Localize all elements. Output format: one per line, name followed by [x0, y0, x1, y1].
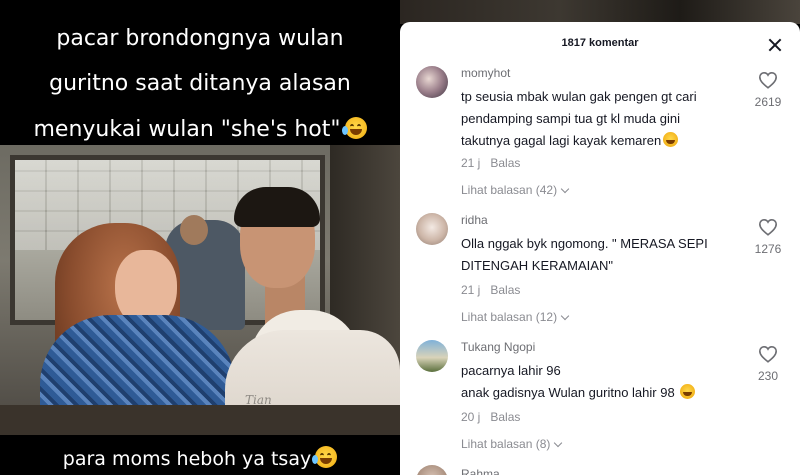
avatar[interactable] — [416, 340, 448, 372]
like-button[interactable]: 230 — [748, 345, 788, 385]
grinning-sweat-emoji-icon — [663, 132, 679, 147]
heart-icon — [758, 345, 778, 363]
caption-line-1: pacar brondongnya wulan — [56, 26, 344, 51]
comment-time: 21 j — [461, 156, 481, 170]
video-player[interactable]: pacar brondongnya wulan guritno saat dit… — [0, 0, 400, 475]
view-replies-button[interactable]: Lihat balasan (8) — [461, 437, 563, 451]
video-frame: Tian — [0, 145, 400, 435]
comment-meta: 20 j Balas — [461, 410, 520, 424]
like-count: 1276 — [754, 242, 782, 256]
comment-meta: 21 j Balas — [461, 283, 520, 297]
view-replies-button[interactable]: Lihat balasan (12) — [461, 310, 570, 324]
like-button[interactable]: 1276 — [748, 218, 788, 258]
shirt-text: Tian — [245, 393, 272, 407]
caption-line-3: menyukai wulan "she's hot" — [0, 117, 400, 141]
comment-time: 20 j — [461, 410, 481, 424]
laughing-tears-emoji-icon — [312, 446, 338, 468]
video-background-strip — [400, 0, 800, 24]
avatar[interactable] — [416, 465, 448, 475]
close-icon[interactable] — [768, 38, 782, 52]
caption-line-2: guritno saat ditanya alasan — [49, 71, 351, 96]
heart-icon — [758, 218, 778, 236]
comment-text: tp seusia mbak wulan gak pengen gt cari … — [461, 89, 697, 148]
bottom-caption: para moms heboh ya tsay — [0, 446, 400, 469]
like-count: 2619 — [754, 95, 782, 109]
comment-text: pacarnya lahir 96 anak gadisnya Wulan gu… — [461, 360, 746, 404]
comments-count-title: 1817 komentar — [561, 37, 639, 49]
bottom-caption-text: para moms heboh ya tsay — [62, 448, 312, 470]
like-button[interactable]: 2619 — [748, 71, 788, 111]
chevron-down-icon — [554, 438, 563, 448]
reply-button[interactable]: Balas — [490, 410, 520, 424]
comment-username[interactable]: Tukang Ngopi — [461, 340, 535, 354]
comments-panel: 1817 komentar momyhot tp seusia mbak wul… — [400, 22, 800, 475]
view-replies-button[interactable]: Lihat balasan (42) — [461, 183, 570, 197]
laughing-tears-emoji-icon — [341, 117, 367, 139]
comment-username[interactable]: momyhot — [461, 66, 510, 80]
caption-line-3-text: menyukai wulan "she's hot" — [33, 117, 341, 142]
chevron-down-icon — [560, 184, 570, 194]
like-count: 230 — [757, 369, 779, 383]
avatar[interactable] — [416, 66, 448, 98]
heart-icon — [758, 71, 778, 89]
avatar[interactable] — [416, 213, 448, 245]
chevron-down-icon — [560, 311, 570, 321]
comment-time: 21 j — [461, 283, 481, 297]
reply-button[interactable]: Balas — [490, 156, 520, 170]
reply-button[interactable]: Balas — [490, 283, 520, 297]
grinning-sweat-emoji-icon — [680, 384, 696, 399]
comment-username[interactable]: ridha — [461, 213, 488, 227]
comment-username[interactable]: Rahma — [461, 467, 500, 475]
comment-text: Olla nggak byk ngomong. " MERASA SEPI DI… — [461, 236, 708, 273]
comment-meta: 21 j Balas — [461, 156, 520, 170]
